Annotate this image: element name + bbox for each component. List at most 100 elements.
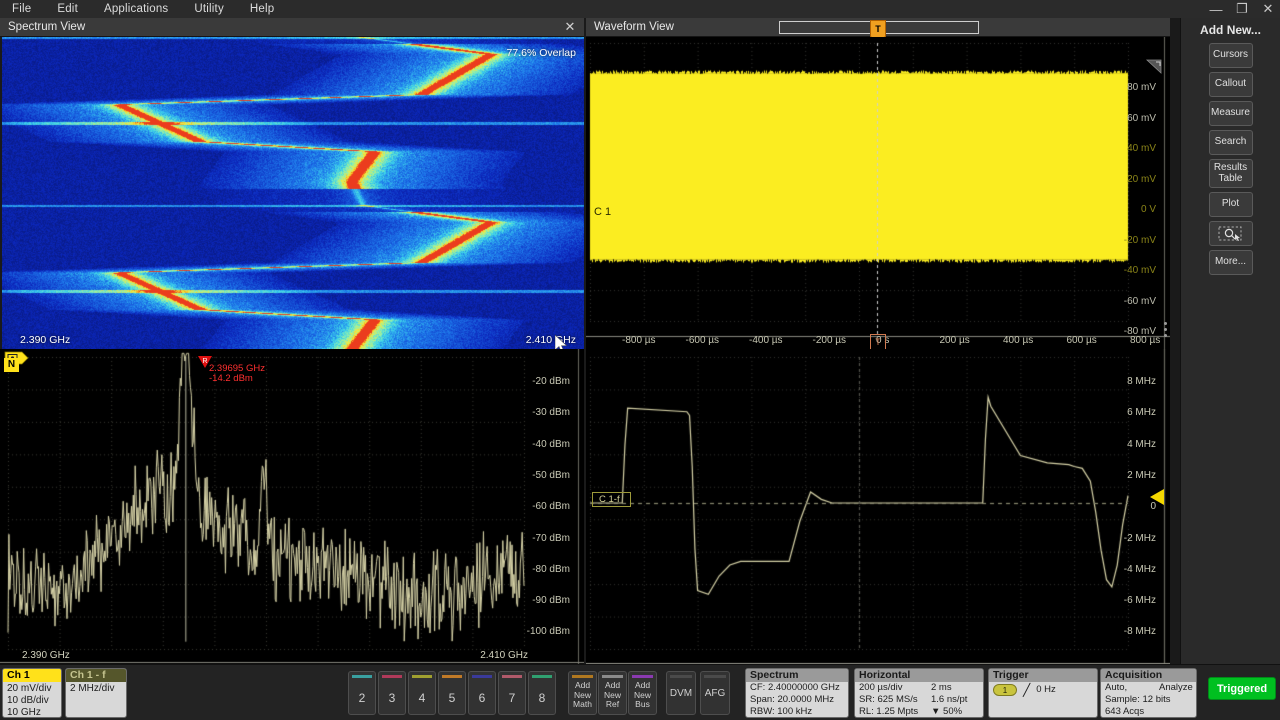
trigger-status-button[interactable]: Triggered bbox=[1208, 677, 1276, 700]
waveform-y-tick: 60 mV bbox=[1127, 113, 1156, 124]
add-new-math-button[interactable]: Add New Math bbox=[568, 671, 597, 715]
menu-utility[interactable]: Utility bbox=[181, 0, 237, 18]
spectrum-y-tick: -60 dBm bbox=[532, 501, 570, 512]
channel-button-8[interactable]: 8 bbox=[528, 671, 556, 715]
channel-button-4[interactable]: 4 bbox=[408, 671, 436, 715]
horizontal-badge-header: Horizontal bbox=[855, 669, 983, 682]
waveform-navigation-bar[interactable]: T bbox=[779, 21, 979, 34]
waveform-y-tick: -60 mV bbox=[1124, 296, 1156, 307]
horiz-duration: 2 ms bbox=[931, 682, 952, 694]
ch1f-scale: 2 MHz/div bbox=[70, 683, 122, 695]
waveform-x-tick: -400 µs bbox=[749, 335, 783, 346]
marker-n-label: N bbox=[4, 358, 19, 372]
channel-color-bar bbox=[352, 675, 372, 678]
menu-applications[interactable]: Applications bbox=[91, 0, 181, 18]
spectrum-badge-header: Spectrum bbox=[746, 669, 848, 682]
trigger-badge-header: Trigger bbox=[989, 669, 1097, 682]
horiz-resolution: 1.6 ns/pt bbox=[931, 694, 967, 706]
channel-1-f-badge[interactable]: Ch 1 - f 2 MHz/div bbox=[65, 668, 127, 718]
marker-level-readout: -14.2 dBm bbox=[209, 373, 253, 384]
channel-button-6[interactable]: 6 bbox=[468, 671, 496, 715]
menu-edit[interactable]: Edit bbox=[44, 0, 91, 18]
waveform-y-tick: 0 V bbox=[1141, 204, 1156, 215]
waveform-resize-handle[interactable] bbox=[1144, 59, 1162, 75]
channel-button-2[interactable]: 2 bbox=[348, 671, 376, 715]
add-new-bus-button[interactable]: Add New Bus bbox=[628, 671, 657, 715]
restore-icon[interactable]: ❐ bbox=[1234, 1, 1250, 17]
acquisition-settings-badge[interactable]: Acquisition Auto,Analyze Sample: 12 bits… bbox=[1100, 668, 1197, 718]
trigger-settings-badge[interactable]: Trigger 1 ╱ 0 Hz bbox=[988, 668, 1098, 718]
channel-button-7[interactable]: 7 bbox=[498, 671, 526, 715]
utility-color-bar bbox=[670, 675, 692, 678]
waveform-nav-handle[interactable]: T bbox=[870, 20, 886, 37]
waveform-y-tick: 20 mV bbox=[1127, 174, 1156, 185]
add-new-ref-button[interactable]: Add New Ref bbox=[598, 671, 627, 715]
channel-1-badge[interactable]: Ch 1 20 mV/div 10 dB/div 10 GHz bbox=[2, 668, 62, 718]
trigger-source-pill[interactable]: 1 bbox=[993, 684, 1017, 696]
menu-file[interactable]: File bbox=[0, 0, 44, 18]
horizontal-settings-badge[interactable]: Horizontal 200 µs/div2 ms SR: 625 MS/s1.… bbox=[854, 668, 984, 718]
afg-button[interactable]: AFG bbox=[700, 671, 730, 715]
add-callout-button-label: Callout bbox=[1215, 79, 1246, 90]
waveform-plot[interactable]: C 1 80 mV60 mV40 mV20 mV0 V-20 mV-40 mV-… bbox=[586, 37, 1170, 349]
oscilloscope-app: File Edit Applications Utility Help — ❐ … bbox=[0, 0, 1280, 720]
svg-text:R: R bbox=[202, 358, 207, 365]
channel-1-badge-body: 20 mV/div 10 dB/div 10 GHz bbox=[3, 682, 61, 718]
spectrum-view-close-icon[interactable]: ✕ bbox=[562, 19, 578, 35]
horiz-record-length: RL: 1.25 Mpts bbox=[859, 706, 931, 718]
bottom-settings-bar: Ch 1 20 mV/div 10 dB/div 10 GHz Ch 1 - f… bbox=[0, 664, 1280, 720]
minimize-icon[interactable]: — bbox=[1208, 1, 1224, 17]
spectrum-y-tick: -70 dBm bbox=[532, 533, 570, 544]
add-measure-button[interactable]: Measure bbox=[1209, 101, 1253, 126]
waveform-channel-label: C 1 bbox=[594, 206, 611, 218]
freq-y-tick: 4 MHz bbox=[1127, 439, 1156, 450]
channel-button-label: 7 bbox=[509, 691, 516, 705]
trigger-position-marker[interactable]: T bbox=[870, 334, 886, 349]
acq-analyze: Analyze bbox=[1159, 682, 1193, 694]
add-zoom-select-button[interactable] bbox=[1209, 221, 1253, 246]
dvm-button[interactable]: DVM bbox=[666, 671, 696, 715]
add-results-table-button[interactable]: Results Table bbox=[1209, 159, 1253, 188]
freq-y-tick: -8 MHz bbox=[1124, 626, 1156, 637]
sidebar-button-grid: Cursors Callout Measure Search Results Table… bbox=[1181, 43, 1280, 275]
acquisition-badge-header: Acquisition bbox=[1101, 669, 1196, 682]
add-cursors-button[interactable]: Cursors bbox=[1209, 43, 1253, 68]
spectrum-settings-badge[interactable]: Spectrum CF: 2.40000000 GHz Span: 20.000… bbox=[745, 668, 849, 718]
close-icon[interactable]: ✕ bbox=[1260, 1, 1276, 17]
channel-color-bar bbox=[502, 675, 522, 678]
add-more-button[interactable]: More... bbox=[1209, 250, 1253, 275]
trigger-slope-icon: ╱ bbox=[1023, 684, 1030, 696]
waveform-view-panel: Waveform View T C 1 80 mV60 mV40 mV20 mV… bbox=[586, 18, 1170, 349]
channel-1-f-badge-header: Ch 1 - f bbox=[66, 669, 126, 682]
acq-sample: Sample: 12 bits bbox=[1105, 694, 1170, 706]
channel-button-5[interactable]: 5 bbox=[438, 671, 466, 715]
frequency-trace-panel[interactable]: C 1-f 8 MHz6 MHz4 MHz2 MHz0-2 MHz-4 MHz-… bbox=[586, 349, 1170, 664]
add-plot-button[interactable]: Plot bbox=[1209, 192, 1253, 217]
add-plot-button-label: Plot bbox=[1222, 199, 1239, 210]
freq-trace-label[interactable]: C 1-f bbox=[592, 492, 631, 507]
acq-mode: Auto, bbox=[1105, 682, 1159, 694]
add-search-button[interactable]: Search bbox=[1209, 130, 1253, 155]
channel-1-f-badge-body: 2 MHz/div bbox=[66, 682, 126, 695]
menu-help[interactable]: Help bbox=[237, 0, 287, 18]
channel-color-bar bbox=[532, 675, 552, 678]
add-new-math-button-label: Add New Math bbox=[573, 680, 592, 709]
add-search-button-label: Search bbox=[1215, 137, 1247, 148]
waveform-x-tick: -600 µs bbox=[686, 335, 720, 346]
window-controls: — ❐ ✕ bbox=[1208, 0, 1276, 18]
freq-y-tick: 2 MHz bbox=[1127, 470, 1156, 481]
waveform-grip-dots[interactable] bbox=[1164, 322, 1167, 337]
waveform-y-tick: -20 mV bbox=[1124, 235, 1156, 246]
spectrum-plot-panel[interactable]: N R 2.39695 GHz -14.2 dBm -20 dBm-30 dBm… bbox=[0, 349, 584, 664]
spectrum-freq-stop: 2.410 GHz bbox=[480, 650, 528, 661]
add-callout-button[interactable]: Callout bbox=[1209, 72, 1253, 97]
spectrum-y-tick: -20 dBm bbox=[532, 376, 570, 387]
freq-y-tick: -2 MHz bbox=[1124, 533, 1156, 544]
waveform-y-tick: 80 mV bbox=[1127, 82, 1156, 93]
spectrogram-plot[interactable]: 77.6% Overlap 2.390 GHz 2.410 GHz bbox=[2, 37, 584, 349]
sidebar-title: Add New... bbox=[1181, 18, 1280, 43]
waveform-y-tick: 40 mV bbox=[1127, 143, 1156, 154]
channel-color-bar bbox=[382, 675, 402, 678]
channel-button-3[interactable]: 3 bbox=[378, 671, 406, 715]
ch1-vertical-scale: 20 mV/div bbox=[7, 683, 57, 695]
